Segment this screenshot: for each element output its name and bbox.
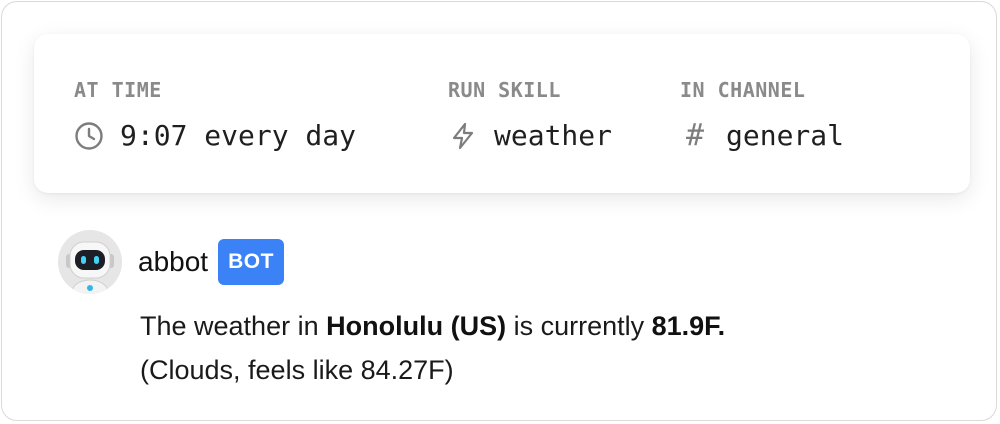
message-header: abbot BOT — [138, 238, 284, 286]
author-name[interactable]: abbot — [138, 238, 208, 286]
bot-badge: BOT — [218, 239, 284, 285]
skill-value: weather — [494, 119, 613, 152]
hash-icon: # — [685, 118, 705, 153]
schedule-skill: RUN SKILL weather — [448, 78, 612, 152]
message-text-part2: is currently — [506, 311, 652, 341]
message-text-part1: The weather in — [140, 311, 327, 341]
time-label: AT TIME — [74, 78, 162, 102]
schedule-card: AT TIME 9:07 every day RUN SKILL weather… — [34, 34, 970, 193]
channel-value: general — [726, 119, 845, 152]
robot-avatar-icon — [58, 230, 122, 294]
clock-icon — [74, 121, 104, 151]
avatar[interactable] — [58, 230, 122, 294]
schedule-channel: IN CHANNEL # general — [680, 78, 844, 152]
message-text: The weather in Honolulu (US) is currentl… — [140, 304, 960, 392]
channel-label: IN CHANNEL — [680, 78, 806, 102]
message-text-part3: (Clouds, feels like 84.27F) — [140, 355, 454, 385]
message-location: Honolulu (US) — [326, 311, 507, 341]
message-temperature: 81.9F. — [651, 311, 726, 341]
window-frame: AT TIME 9:07 every day RUN SKILL weather… — [1, 1, 997, 421]
time-value: 9:07 every day — [120, 119, 357, 152]
schedule-time: AT TIME 9:07 every day — [74, 78, 356, 152]
lightning-icon — [448, 121, 478, 151]
skill-label: RUN SKILL — [448, 78, 561, 102]
